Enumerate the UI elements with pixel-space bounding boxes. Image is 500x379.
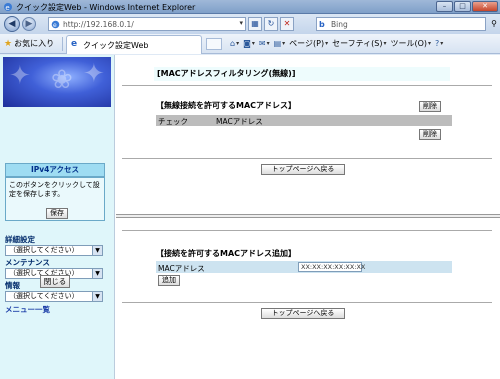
page-content: ✦ ❀ ✦ IPv4アクセス このボタンをクリックして設定を保存します。 保存 … [0, 55, 500, 379]
page-title: [MACアドレスフィルタリング(無線)] [154, 67, 450, 81]
cmd-home[interactable]: ⌂ ▾ [230, 38, 239, 49]
star-icon: ★ [4, 38, 13, 49]
close-window-button[interactable]: ✕ [472, 1, 498, 12]
search-icon[interactable]: ⚲ [487, 18, 500, 32]
favorites-bar: ★ お気に入り e クイック設定Web ⌂ ▾ ◙ ▾ ✉ ▾ ▤ ▾ ページ(P) ▾ … [0, 34, 500, 54]
cmd-print[interactable]: ▤ ▾ [274, 38, 286, 49]
mail-icon: ✉ [258, 39, 266, 48]
url-text: http://192.168.0.1/ [63, 20, 134, 29]
search-placeholder: Bing [331, 20, 348, 29]
window-titlebar: e クイック設定Web - Windows Internet Explorer … [0, 0, 500, 14]
feeds-icon: ◙ [243, 39, 251, 48]
svg-text:e: e [53, 22, 57, 29]
tab-label: クイック設定Web [83, 41, 149, 50]
ipv4-access-box: このボタンをクリックして設定を保存します。 保存 [5, 177, 105, 221]
new-tab-button[interactable] [206, 38, 222, 50]
advanced-settings-select[interactable]: （選択してください） ▼ [5, 245, 103, 256]
stop-icon[interactable]: ✕ [280, 17, 294, 31]
home-icon: ⌂ [230, 39, 236, 48]
mac-address-input[interactable]: XX:XX:XX:XX:XX:XX [298, 262, 365, 272]
divider [122, 230, 492, 231]
menu-list-link[interactable]: メニュー一覧 [5, 304, 105, 315]
safety-menu-label: セーフティ(S) [332, 39, 383, 48]
compatibility-icon[interactable]: ▦ [248, 17, 262, 31]
divider [122, 302, 492, 303]
back-button[interactable]: ◀ [4, 16, 20, 32]
address-field[interactable]: e http://192.168.0.1/ ▾ [48, 17, 246, 31]
divider [122, 85, 492, 86]
allowed-mac-title: 【無線接続を許可するMACアドレス】 [156, 101, 297, 110]
ipv4-access-header: IPv4アクセス [5, 163, 105, 177]
mac-address-label: MACアドレス [158, 264, 205, 273]
info-select[interactable]: （選択してください） ▼ [5, 291, 103, 302]
save-button[interactable]: 保存 [46, 208, 68, 219]
minimize-button[interactable]: – [436, 1, 453, 12]
add-mac-title: 【接続を許可するMACアドレス追加】 [156, 249, 297, 258]
select-value: （選択してください） [9, 246, 79, 254]
address-toolbar: ◀ ▶ e http://192.168.0.1/ ▾ ▦ ↻ ✕ b Bing… [0, 14, 500, 34]
tab-quick-setting[interactable]: e クイック設定Web [66, 35, 202, 54]
back-to-top-button[interactable]: トップページへ戻る [261, 164, 345, 175]
divider [122, 158, 492, 159]
cmd-feeds[interactable]: ◙ ▾ [243, 38, 255, 49]
mac-filter-frame: [MACアドレスフィルタリング(無線)] 【無線接続を許可するMACアドレス】 … [116, 55, 500, 214]
refresh-icon[interactable]: ↻ [264, 17, 278, 31]
col-mac-address: MACアドレス [216, 117, 263, 126]
chevron-down-icon: ▼ [92, 269, 102, 278]
bing-icon: b [319, 20, 325, 29]
save-instruction: このボタンをクリックして設定を保存します。 [9, 181, 100, 198]
page-menu-label: ページ(P) [289, 39, 325, 48]
back-to-top-button[interactable]: トップページへ戻る [261, 308, 345, 319]
advanced-settings-label: 詳細設定 [5, 235, 35, 244]
delete-button-bottom[interactable]: 削除 [419, 129, 441, 140]
chevron-down-icon: ▼ [92, 292, 102, 301]
command-bar: ⌂ ▾ ◙ ▾ ✉ ▾ ▤ ▾ ページ(P) ▾ セーフティ(S) ▾ ツール(O) ▾ ? ▾ [230, 38, 443, 49]
favorites-label: お気に入り [14, 39, 55, 48]
col-check: チェック [158, 117, 188, 126]
page-icon: e [51, 20, 60, 29]
svg-text:e: e [5, 4, 9, 12]
maintenance-label: メンテナンス [5, 258, 50, 267]
cmd-page[interactable]: ページ(P) ▾ [289, 38, 328, 49]
mac-add-frame: 【接続を許可するMACアドレス追加】 MACアドレス XX:XX:XX:XX:X… [116, 218, 500, 379]
chevron-down-icon: ▼ [92, 246, 102, 255]
divider [62, 37, 63, 51]
maximize-button[interactable]: □ [454, 1, 471, 12]
cmd-help[interactable]: ? ▾ [435, 38, 443, 49]
delete-button-top[interactable]: 削除 [419, 101, 441, 112]
forward-button[interactable]: ▶ [22, 17, 36, 31]
cmd-mail[interactable]: ✉ ▾ [259, 38, 270, 49]
ie-app-icon: e [4, 3, 12, 12]
add-button[interactable]: 追加 [158, 275, 180, 286]
cmd-safety[interactable]: セーフティ(S) ▾ [332, 38, 386, 49]
search-field[interactable]: b Bing ⚲ [316, 17, 497, 31]
favorites-button[interactable]: ★ お気に入り [4, 38, 54, 49]
tools-menu-label: ツール(O) [390, 39, 428, 48]
select-value: （選択してください） [9, 292, 79, 300]
sidebar: ✦ ❀ ✦ IPv4アクセス このボタンをクリックして設定を保存します。 保存 … [0, 55, 115, 379]
cmd-tools[interactable]: ツール(O) ▾ [390, 38, 431, 49]
help-icon: ? [435, 39, 440, 48]
mac-input-row: MACアドレス XX:XX:XX:XX:XX:XX [156, 261, 452, 273]
ie-tab-icon: e [71, 39, 78, 49]
mac-table-header: チェック MACアドレス [156, 115, 452, 126]
router-logo-banner: ✦ ❀ ✦ [3, 57, 111, 107]
print-icon: ▤ [273, 39, 282, 48]
close-button[interactable]: 閉じる [40, 275, 70, 288]
chevron-down-icon[interactable]: ▾ [239, 19, 243, 27]
window-title: クイック設定Web - Windows Internet Explorer [16, 3, 196, 12]
